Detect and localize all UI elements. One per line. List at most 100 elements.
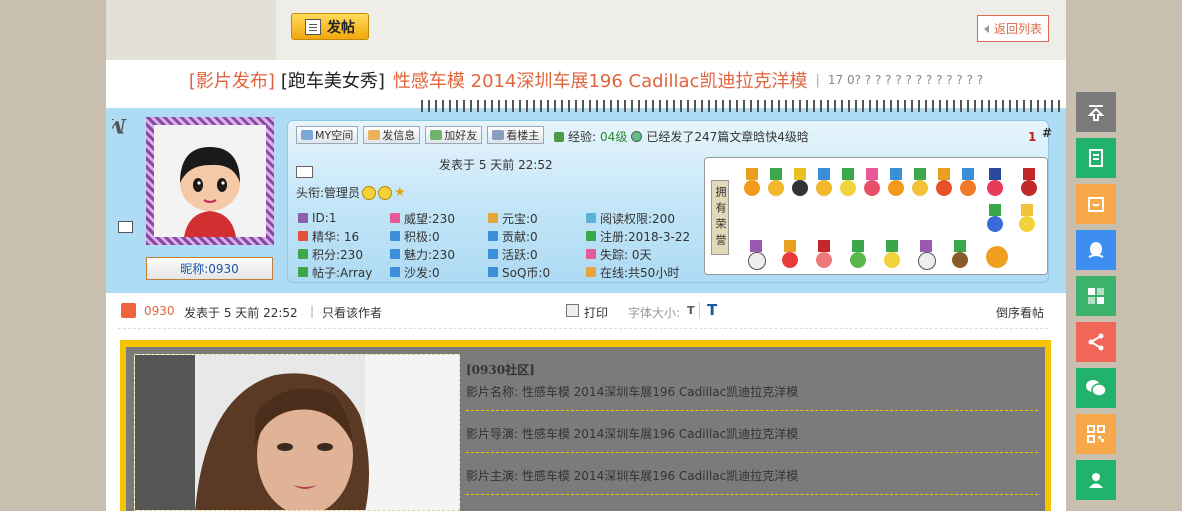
medal-icon[interactable] bbox=[790, 168, 810, 200]
avatar[interactable] bbox=[146, 117, 274, 245]
add-friend-button[interactable]: 加好友 bbox=[425, 126, 483, 144]
floor-number: 1 bbox=[1028, 130, 1037, 144]
print-icon[interactable] bbox=[566, 304, 579, 317]
user-icon bbox=[121, 303, 136, 318]
stat-item: 注册:2018-3-22 bbox=[586, 228, 706, 244]
calendar-icon bbox=[1088, 197, 1104, 212]
medal-icon[interactable] bbox=[862, 168, 882, 200]
thread-subcategory-link[interactable]: [跑车美女秀] bbox=[281, 67, 385, 93]
user-center-button[interactable] bbox=[1076, 460, 1116, 500]
stat-online: 在线:共50小时 bbox=[600, 265, 680, 280]
thread-title: 性感车模 2014深圳车展196 Cadillac凯迪拉克洋模 bbox=[392, 71, 808, 92]
image-icon bbox=[296, 166, 313, 178]
send-message-label: 发信息 bbox=[382, 129, 416, 142]
post-photo[interactable] bbox=[134, 354, 460, 511]
back-to-list-button[interactable]: 返回列表 bbox=[977, 15, 1049, 42]
apps-button[interactable] bbox=[1076, 276, 1116, 316]
user-icon bbox=[1089, 473, 1103, 488]
calendar-button[interactable] bbox=[1076, 184, 1116, 224]
medal-icon[interactable] bbox=[916, 240, 936, 272]
medal-icon[interactable] bbox=[838, 168, 858, 200]
medal-icon[interactable] bbox=[1017, 204, 1037, 236]
wechat-icon bbox=[1086, 380, 1107, 397]
medal-icon[interactable] bbox=[746, 240, 766, 272]
share-icon bbox=[1088, 333, 1104, 351]
activity-icon bbox=[390, 231, 400, 241]
send-message-button[interactable]: 发信息 bbox=[363, 126, 421, 144]
chevron-left-icon bbox=[983, 24, 989, 33]
movie-name: 影片名称: 性感车模 2014深圳车展196 Cadillac凯迪拉克洋模 bbox=[466, 385, 799, 399]
stat-ingot: 元宝:0 bbox=[502, 211, 538, 226]
view-author-button[interactable]: 看楼主 bbox=[487, 126, 545, 144]
document-button[interactable] bbox=[1076, 138, 1116, 178]
forum-page: 发帖 返回列表 [影片发布] [跑车美女秀] 性感车模 2014深圳车展196 … bbox=[62, 0, 1066, 511]
font-big-button[interactable]: T bbox=[707, 301, 717, 319]
medal-icon[interactable] bbox=[934, 168, 954, 200]
smiley-icon bbox=[362, 185, 377, 200]
stat-item: 阅读权限:200 bbox=[586, 210, 706, 226]
experience-note: 已经发了247篇文章晗快4级晗 bbox=[646, 130, 809, 144]
id-icon bbox=[298, 213, 308, 223]
back-to-top-button[interactable] bbox=[1076, 92, 1116, 132]
nickname-box[interactable]: 昵称:0930 bbox=[146, 257, 273, 280]
font-small-button[interactable]: T bbox=[687, 304, 695, 317]
thread-meta: 17 0? ? ? ? ? ? ? ? ? ? ? ? ? bbox=[827, 73, 984, 87]
thread-category-link[interactable]: [影片发布] bbox=[189, 67, 275, 93]
experience-label: 经验: bbox=[568, 130, 597, 144]
logo-lettering: MoSS bbox=[62, 114, 127, 138]
stat-positive: 积极:0 bbox=[404, 229, 440, 244]
stat-item: 沙发:0 bbox=[390, 264, 488, 280]
essence-icon bbox=[298, 231, 308, 241]
qrcode-button[interactable] bbox=[1076, 414, 1116, 454]
medal-icon[interactable] bbox=[766, 168, 786, 200]
floor-permalink[interactable]: # bbox=[1042, 126, 1052, 140]
print-link[interactable]: 打印 bbox=[584, 304, 608, 321]
medal-icon[interactable] bbox=[1019, 168, 1039, 200]
stat-item: ID:1 bbox=[298, 210, 390, 226]
thread-title-row: [影片发布] [跑车美女秀] 性感车模 2014深圳车展196 Cadillac… bbox=[106, 60, 1066, 100]
ingot-icon bbox=[488, 213, 498, 223]
medal-icon[interactable] bbox=[814, 240, 834, 272]
mail-icon bbox=[368, 130, 381, 140]
stat-active: 活跃:0 bbox=[502, 247, 538, 262]
my-space-label: MY空间 bbox=[315, 129, 354, 142]
spiral-binding bbox=[421, 100, 1061, 112]
medal-icon[interactable] bbox=[780, 240, 800, 272]
my-space-button[interactable]: MY空间 bbox=[296, 126, 359, 144]
movie-director: 影片导演: 性感车模 2014深圳车展196 Cadillac凯迪拉克洋模 bbox=[466, 427, 799, 441]
medal-icon[interactable] bbox=[848, 240, 868, 272]
share-button[interactable] bbox=[1076, 322, 1116, 362]
medal-icon[interactable] bbox=[886, 168, 906, 200]
medal-icon[interactable] bbox=[950, 240, 970, 272]
medals-label: 拥有荣誉 bbox=[711, 180, 729, 255]
medal-icon[interactable] bbox=[910, 168, 930, 200]
compose-icon bbox=[305, 18, 321, 35]
prestige-icon bbox=[390, 213, 400, 223]
post-bar-separator: | bbox=[310, 304, 315, 318]
add-friend-label: 加好友 bbox=[444, 129, 478, 142]
medal-icon[interactable] bbox=[814, 168, 834, 200]
points-icon bbox=[298, 249, 308, 259]
add-friend-icon bbox=[430, 130, 443, 140]
medal-icon[interactable] bbox=[982, 240, 1012, 272]
missing-icon bbox=[586, 249, 596, 259]
font-size-divider bbox=[699, 302, 700, 319]
only-author-link[interactable]: 只看该作者 bbox=[322, 304, 382, 321]
back-to-top-icon bbox=[1087, 105, 1105, 121]
post-button[interactable]: 发帖 bbox=[291, 13, 369, 40]
medal-icon[interactable] bbox=[985, 204, 1005, 236]
medal-icon[interactable] bbox=[985, 168, 1005, 200]
stat-register: 注册:2018-3-22 bbox=[600, 229, 691, 244]
reverse-order-link[interactable]: 倒序看帖 bbox=[996, 304, 1044, 321]
medal-icon[interactable] bbox=[882, 240, 902, 272]
side-logo: MoSS bbox=[62, 114, 140, 211]
stat-item: 精华: 16 bbox=[298, 228, 390, 244]
profile-card-icon[interactable] bbox=[118, 221, 133, 233]
author-link[interactable]: 0930 bbox=[144, 304, 175, 318]
stat-item: SoQ币:0 bbox=[488, 264, 586, 280]
wechat-button[interactable] bbox=[1076, 368, 1116, 408]
medal-icon[interactable] bbox=[958, 168, 978, 200]
font-size-label: 字体大小: bbox=[628, 306, 681, 320]
qq-button[interactable] bbox=[1076, 230, 1116, 270]
medal-icon[interactable] bbox=[742, 168, 762, 200]
